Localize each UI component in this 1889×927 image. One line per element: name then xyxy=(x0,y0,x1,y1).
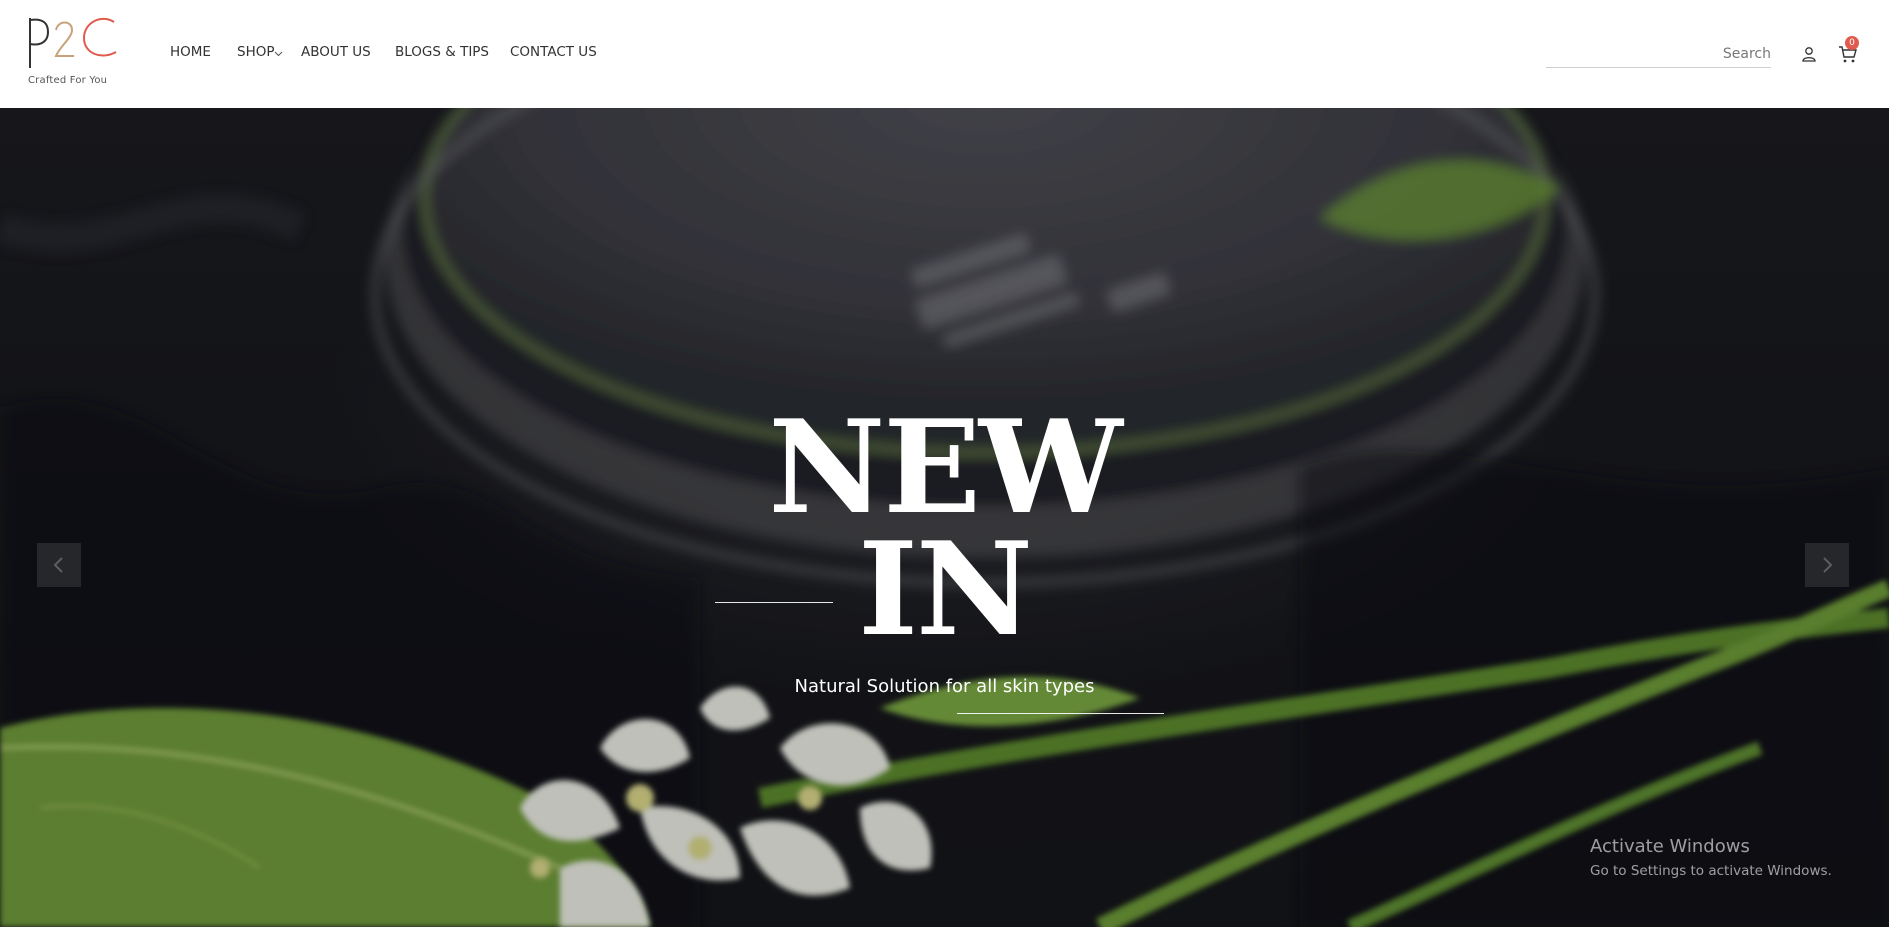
brand-logo[interactable]: Crafted For You xyxy=(26,16,122,90)
nav-home[interactable]: HOME xyxy=(170,44,211,60)
user-icon[interactable] xyxy=(1801,46,1817,62)
nav-about[interactable]: ABOUT US xyxy=(301,44,371,60)
cart-count-badge: 0 xyxy=(1845,36,1859,50)
hero-title-line1: NEW xyxy=(768,393,1122,543)
chevron-left-icon xyxy=(53,557,63,573)
logo-tagline: Crafted For You xyxy=(28,75,108,86)
search-input[interactable] xyxy=(1546,40,1771,67)
chevron-right-icon xyxy=(1823,557,1833,573)
hero-banner: NEW IN Natural Solution for all skin typ… xyxy=(0,108,1889,927)
slider-prev-button[interactable] xyxy=(37,543,81,587)
logo-mark xyxy=(29,17,117,68)
windows-activation-watermark: Activate Windows Go to Settings to activ… xyxy=(1590,836,1832,879)
watermark-subtitle: Go to Settings to activate Windows. xyxy=(1590,863,1832,879)
chevron-down-icon[interactable] xyxy=(274,49,283,58)
hero-decor-line-right xyxy=(957,713,1164,714)
slider-next-button[interactable] xyxy=(1805,543,1849,587)
nav-contact[interactable]: CONTACT US xyxy=(510,44,597,60)
watermark-title: Activate Windows xyxy=(1590,836,1750,857)
nav-shop[interactable]: SHOP xyxy=(237,44,275,60)
hero-title-line2: IN xyxy=(858,515,1033,665)
site-header: Crafted For You HOME SHOP ABOUT US BLOGS… xyxy=(0,0,1889,108)
nav-blogs[interactable]: BLOGS & TIPS xyxy=(395,44,489,60)
hero-decor-line-left xyxy=(715,602,833,603)
hero-subtitle: Natural Solution for all skin types xyxy=(794,676,1095,697)
search-box xyxy=(1546,40,1771,68)
